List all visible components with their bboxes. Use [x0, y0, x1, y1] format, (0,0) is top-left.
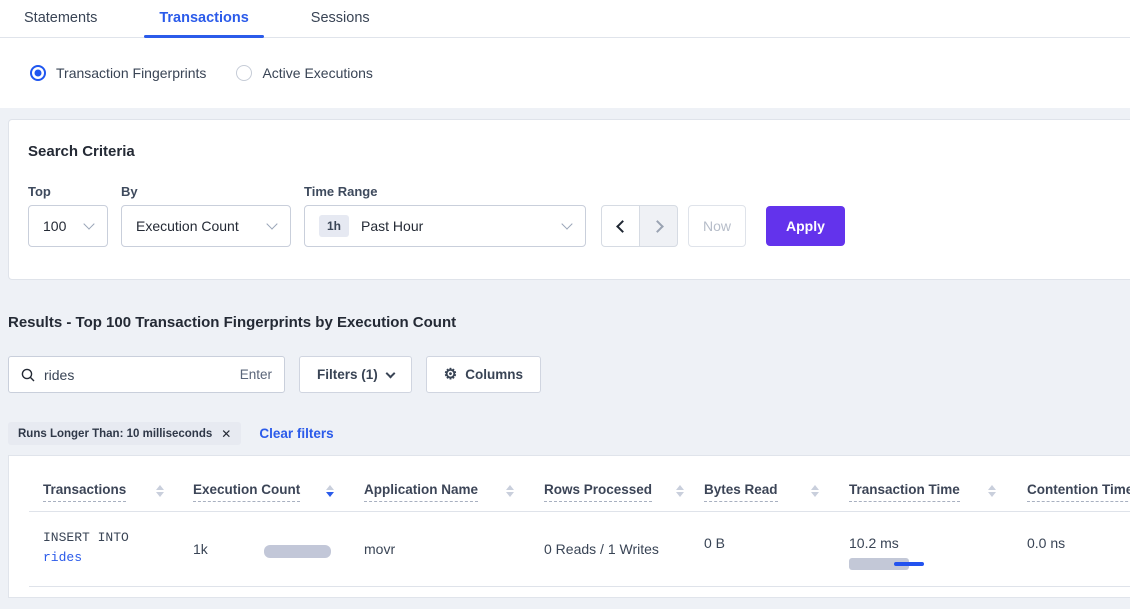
time-range-badge: 1h — [319, 215, 349, 237]
time-range-steppers — [601, 205, 678, 247]
radio-active-executions[interactable]: Active Executions — [236, 65, 373, 81]
header-divider — [29, 511, 1130, 512]
transaction-sql-text: INSERT INTO — [43, 528, 129, 548]
results-table: Transactions Execution Count Application… — [8, 455, 1130, 598]
transaction-time-bar-marker — [894, 562, 924, 566]
sort-icon-bytes-read[interactable] — [811, 485, 819, 497]
chevron-right-icon — [651, 220, 664, 233]
chevron-left-icon — [616, 220, 629, 233]
sort-icon-execution-count-active-desc[interactable] — [326, 485, 334, 497]
application-name-value: movr — [364, 541, 395, 557]
results-controls: Enter Filters (1) ⚙ Columns — [8, 356, 1130, 393]
column-header-transaction-time[interactable]: Transaction Time — [849, 482, 960, 502]
tab-statements[interactable]: Statements — [9, 0, 112, 37]
top-select[interactable]: 100 — [28, 205, 108, 247]
fingerprint-search-box[interactable]: Enter — [8, 356, 285, 393]
apply-button[interactable]: Apply — [766, 206, 845, 246]
time-range-select[interactable]: 1h Past Hour — [304, 205, 586, 247]
top-select-value: 100 — [43, 218, 66, 234]
contention-time-value: 0.0 ns — [1027, 535, 1065, 551]
active-tab-underline — [144, 35, 263, 38]
previous-range-button[interactable] — [601, 205, 640, 247]
apply-button-label: Apply — [786, 218, 825, 234]
top-label: Top — [28, 184, 108, 199]
execution-count-bar — [264, 545, 331, 558]
radio-active-executions-label: Active Executions — [262, 65, 373, 81]
column-header-contention-time[interactable]: Contention Time — [1027, 482, 1130, 502]
transaction-fingerprint-link[interactable]: rides — [43, 548, 129, 568]
radio-transaction-fingerprints-label: Transaction Fingerprints — [56, 65, 206, 81]
column-header-transactions[interactable]: Transactions — [43, 482, 126, 502]
chevron-down-icon — [561, 218, 572, 229]
by-select-value: Execution Count — [136, 218, 239, 234]
tab-sessions-label: Sessions — [311, 10, 370, 26]
column-header-execution-count[interactable]: Execution Count — [193, 482, 300, 502]
now-button[interactable]: Now — [688, 205, 746, 247]
bytes-read-value: 0 B — [704, 535, 725, 551]
tab-statements-label: Statements — [24, 10, 97, 26]
tab-transactions-label: Transactions — [159, 10, 248, 26]
sort-icon-transactions[interactable] — [156, 485, 164, 497]
search-criteria-title: Search Criteria — [28, 143, 1130, 160]
transaction-time-value: 10.2 ms — [849, 535, 899, 551]
by-label: By — [121, 184, 291, 199]
filter-pill-label: Runs Longer Than: 10 milliseconds — [18, 428, 212, 440]
columns-button-label: Columns — [465, 367, 523, 382]
columns-button[interactable]: ⚙ Columns — [426, 356, 541, 393]
column-header-rows-processed[interactable]: Rows Processed — [544, 482, 652, 502]
filter-pill-runs-longer-than: Runs Longer Than: 10 milliseconds ✕ — [8, 422, 241, 445]
radio-transaction-fingerprints[interactable]: Transaction Fingerprints — [30, 65, 206, 81]
sort-icon-transaction-time[interactable] — [988, 485, 996, 497]
page-tabs: Statements Transactions Sessions — [0, 0, 1130, 38]
radio-unselected-icon[interactable] — [236, 65, 252, 81]
row-divider — [29, 586, 1130, 587]
search-criteria-card: Search Criteria Top 100 By Execution Cou… — [8, 119, 1130, 280]
search-input[interactable] — [44, 367, 234, 383]
view-mode-radio-group: Transaction Fingerprints Active Executio… — [0, 38, 1130, 108]
radio-selected-icon[interactable] — [30, 65, 46, 81]
rows-processed-value: 0 Reads / 1 Writes — [544, 541, 659, 557]
chevron-down-icon — [385, 368, 395, 378]
gear-icon: ⚙ — [444, 367, 457, 382]
time-range-value: Past Hour — [361, 218, 423, 234]
by-select[interactable]: Execution Count — [121, 205, 291, 247]
sort-icon-application-name[interactable] — [506, 485, 514, 497]
tab-sessions[interactable]: Sessions — [296, 0, 385, 37]
close-icon[interactable]: ✕ — [221, 427, 231, 441]
chevron-down-icon — [266, 218, 277, 229]
time-range-label: Time Range — [304, 184, 586, 199]
transaction-fingerprint-cell: INSERT INTO rides — [43, 528, 129, 568]
next-range-button[interactable] — [639, 205, 678, 247]
now-button-label: Now — [703, 218, 731, 234]
search-icon — [21, 368, 35, 382]
sort-icon-rows-processed[interactable] — [676, 485, 684, 497]
filters-button-label: Filters (1) — [317, 367, 378, 382]
execution-count-value: 1k — [193, 541, 208, 557]
search-enter-label[interactable]: Enter — [240, 367, 272, 382]
column-header-bytes-read[interactable]: Bytes Read — [704, 482, 778, 502]
clear-filters-link[interactable]: Clear filters — [259, 426, 333, 441]
results-title: Results - Top 100 Transaction Fingerprin… — [8, 314, 1130, 331]
filters-button[interactable]: Filters (1) — [299, 356, 412, 393]
column-header-application-name[interactable]: Application Name — [364, 482, 478, 502]
chevron-down-icon — [83, 218, 94, 229]
tab-transactions[interactable]: Transactions — [144, 0, 263, 37]
active-filters-row: Runs Longer Than: 10 milliseconds ✕ Clea… — [8, 422, 1130, 445]
